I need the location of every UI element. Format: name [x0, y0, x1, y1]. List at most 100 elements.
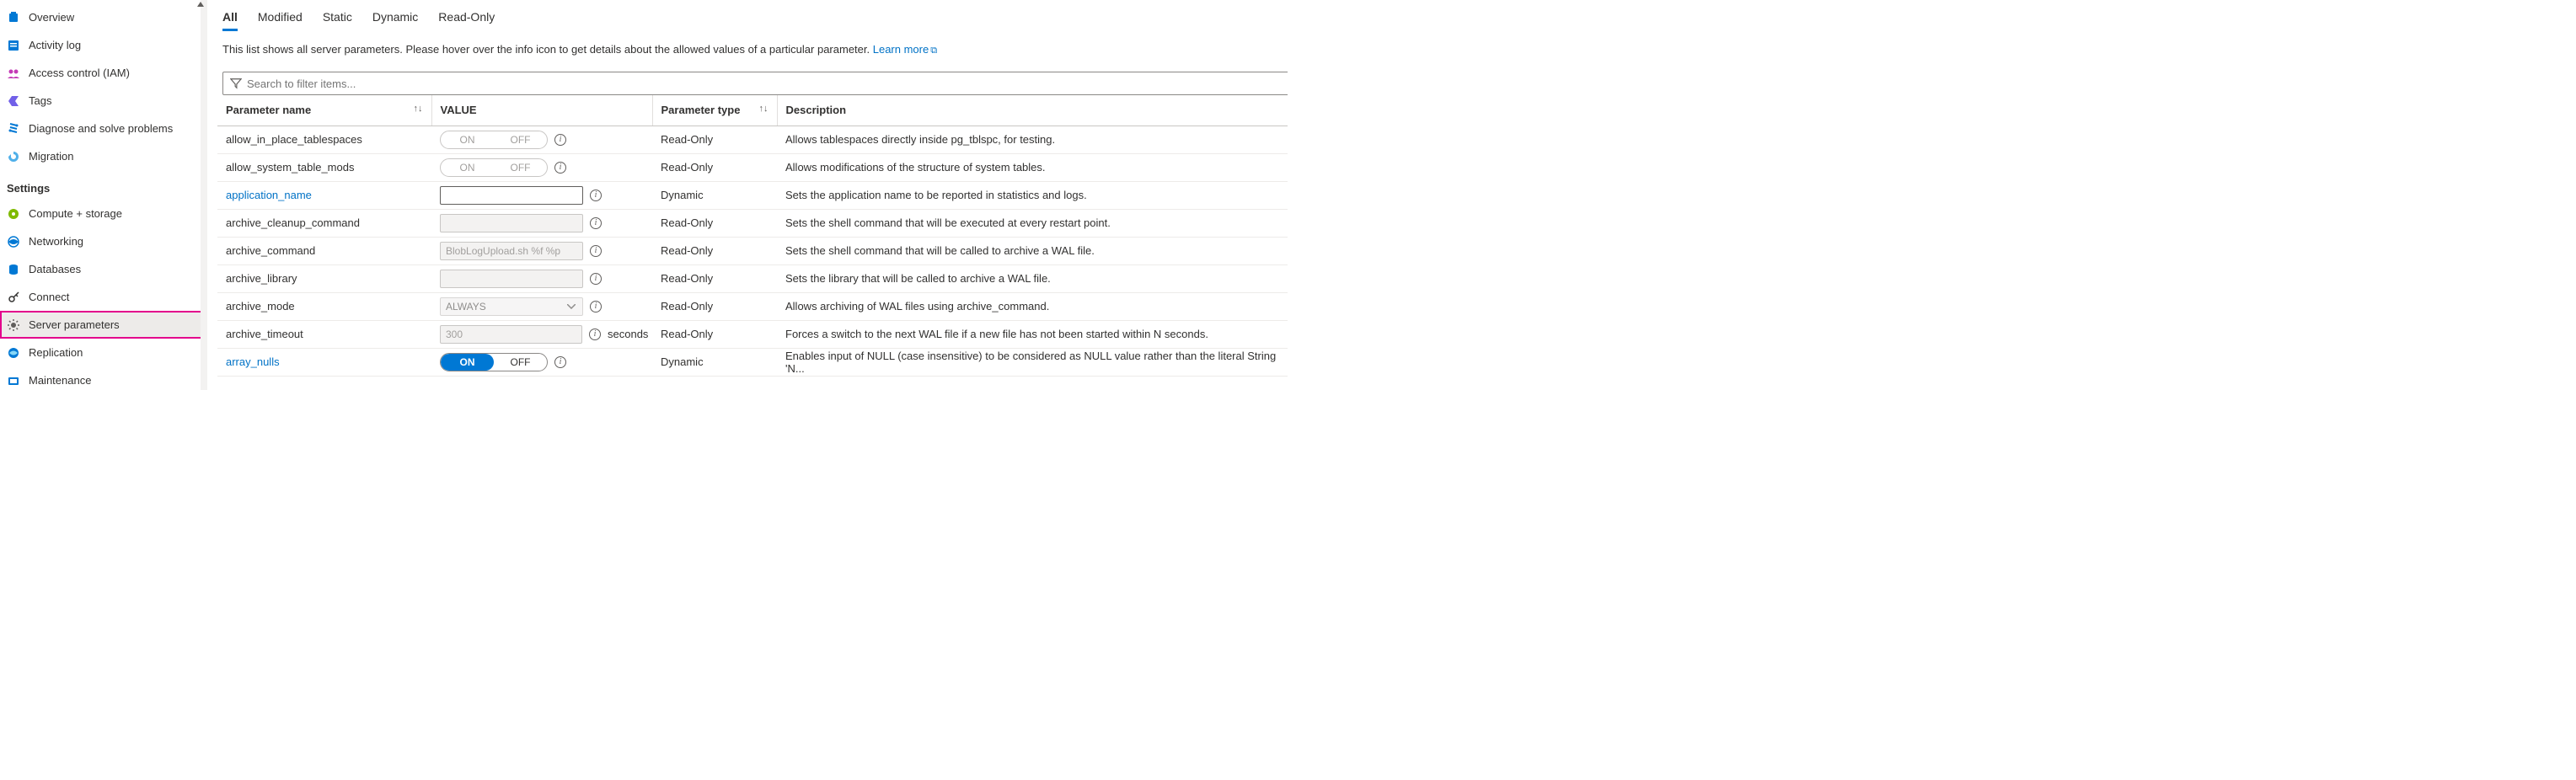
sidebar-item-label: Compute + storage — [29, 207, 122, 220]
tab-modified[interactable]: Modified — [258, 10, 303, 31]
info-icon[interactable]: i — [590, 190, 602, 201]
table-row: allow_in_place_tablespacesONOFFiRead-Onl… — [217, 126, 1288, 153]
sidebar-icon — [7, 11, 20, 24]
sidebar-icon — [7, 374, 20, 387]
info-icon[interactable]: i — [554, 162, 566, 174]
col-header-value[interactable]: VALUE — [431, 95, 652, 126]
tab-static[interactable]: Static — [323, 10, 352, 31]
table-row: archive_modeALWAYSiRead-OnlyAllows archi… — [217, 292, 1288, 320]
sidebar-icon — [7, 291, 20, 304]
param-text-input — [440, 325, 582, 344]
sidebar-item-label: Networking — [29, 235, 83, 248]
sidebar-icon — [7, 207, 20, 221]
sort-icon: ↑↓ — [414, 104, 423, 114]
table-row: archive_timeout i seconds Read-OnlyForces a… — [217, 320, 1288, 348]
sidebar-icon — [7, 235, 20, 248]
toggle-switch[interactable]: ONOFF — [440, 353, 548, 371]
sidebar-item-replication[interactable]: Replication — [0, 339, 207, 366]
sidebar-icon — [7, 67, 20, 80]
param-name-link[interactable]: array_nulls — [226, 355, 280, 368]
param-name: archive_library — [226, 272, 297, 285]
param-name: archive_command — [226, 244, 315, 257]
param-text-input[interactable] — [440, 186, 583, 205]
sidebar-item-label: Connect — [29, 291, 69, 303]
info-icon[interactable]: i — [590, 273, 602, 285]
info-icon[interactable]: i — [590, 245, 602, 257]
sidebar-item-label: Access control (IAM) — [29, 67, 130, 79]
param-type: Read-Only — [652, 153, 777, 181]
search-input[interactable] — [247, 77, 1282, 90]
tab-read-only[interactable]: Read-Only — [438, 10, 495, 31]
sidebar-item-migration[interactable]: Migration — [0, 142, 207, 170]
param-select: ALWAYS — [440, 297, 583, 316]
parameters-table: Parameter name↑↓ VALUE Parameter type↑↓ … — [217, 95, 1288, 377]
param-desc: Sets the shell command that will be exec… — [777, 209, 1288, 237]
sidebar-item-label: Databases — [29, 263, 81, 275]
param-type: Read-Only — [652, 237, 777, 264]
sidebar-item-networking[interactable]: Networking — [0, 227, 207, 255]
table-row: array_nulls ONOFF i DynamicEnables input of… — [217, 348, 1288, 376]
sidebar-icon — [7, 346, 20, 360]
param-name-link[interactable]: application_name — [226, 189, 312, 201]
info-icon[interactable]: i — [554, 356, 566, 368]
param-desc: Forces a switch to the next WAL file if … — [777, 320, 1288, 348]
sidebar-item-label: Server parameters — [29, 318, 120, 331]
main-content: AllModifiedStaticDynamicRead-Only This l… — [207, 0, 1288, 390]
sidebar-item-compute-storage[interactable]: Compute + storage — [0, 200, 207, 227]
sidebar-item-activity-log[interactable]: Activity log — [0, 31, 207, 59]
param-name: allow_in_place_tablespaces — [226, 133, 362, 146]
info-text: This list shows all server parameters. P… — [222, 43, 873, 56]
sidebar-icon — [7, 150, 20, 163]
learn-more-link[interactable]: Learn more⧉ — [873, 43, 937, 56]
sidebar-item-label: Diagnose and solve problems — [29, 122, 173, 135]
sidebar-icon — [7, 263, 20, 276]
sidebar-item-server-parameters[interactable]: Server parameters — [0, 311, 207, 339]
info-icon[interactable]: i — [590, 301, 602, 313]
sidebar-scrollbar[interactable] — [201, 0, 207, 390]
param-type: Read-Only — [652, 264, 777, 292]
param-desc: Enables input of NULL (case insensitive)… — [777, 348, 1288, 376]
param-desc: Sets the application name to be reported… — [777, 181, 1288, 209]
param-desc: Sets the library that will be called to … — [777, 264, 1288, 292]
sidebar-item-connect[interactable]: Connect — [0, 283, 207, 311]
col-header-type[interactable]: Parameter type↑↓ — [652, 95, 777, 126]
sidebar-icon — [7, 94, 20, 108]
param-type: Read-Only — [652, 320, 777, 348]
sidebar: Overview Activity log Access control (IAM)… — [0, 0, 207, 390]
sidebar-icon — [7, 39, 20, 52]
param-type: Read-Only — [652, 126, 777, 153]
param-desc: Sets the shell command that will be call… — [777, 237, 1288, 264]
sidebar-icon — [7, 122, 20, 136]
param-type: Read-Only — [652, 292, 777, 320]
info-icon[interactable]: i — [590, 217, 602, 229]
param-name: archive_timeout — [226, 328, 303, 340]
sidebar-item-access-control-iam-[interactable]: Access control (IAM) — [0, 59, 207, 87]
search-box[interactable] — [222, 72, 1288, 95]
sidebar-item-overview[interactable]: Overview — [0, 3, 207, 31]
info-icon[interactable]: i — [554, 134, 566, 146]
param-type: Dynamic — [652, 348, 777, 376]
param-desc: Allows archiving of WAL files using arch… — [777, 292, 1288, 320]
tab-dynamic[interactable]: Dynamic — [372, 10, 418, 31]
sidebar-item-diagnose-and-solve-problems[interactable]: Diagnose and solve problems — [0, 115, 207, 142]
param-type: Dynamic — [652, 181, 777, 209]
tab-all[interactable]: All — [222, 10, 238, 31]
param-type: Read-Only — [652, 209, 777, 237]
external-link-icon: ⧉ — [930, 45, 937, 56]
unit-label: seconds — [608, 328, 648, 340]
sidebar-icon — [7, 318, 20, 332]
sidebar-settings-heading: Settings — [0, 170, 207, 200]
col-header-desc[interactable]: Description — [777, 95, 1288, 126]
sidebar-item-databases[interactable]: Databases — [0, 255, 207, 283]
sidebar-item-label: Tags — [29, 94, 51, 107]
sidebar-item-maintenance[interactable]: Maintenance — [0, 366, 207, 394]
info-icon[interactable]: i — [589, 329, 601, 340]
col-header-name[interactable]: Parameter name↑↓ — [217, 95, 431, 126]
sidebar-item-label: Overview — [29, 11, 74, 24]
sidebar-item-label: Migration — [29, 150, 73, 163]
filter-tabs: All Modified Static Dynamic Read-Only — [217, 10, 1288, 31]
table-row: archive_library i Read-OnlySets the librar… — [217, 264, 1288, 292]
table-row: archive_command i Read-OnlySets the shell … — [217, 237, 1288, 264]
sidebar-item-label: Activity log — [29, 39, 81, 51]
sidebar-item-tags[interactable]: Tags — [0, 87, 207, 115]
